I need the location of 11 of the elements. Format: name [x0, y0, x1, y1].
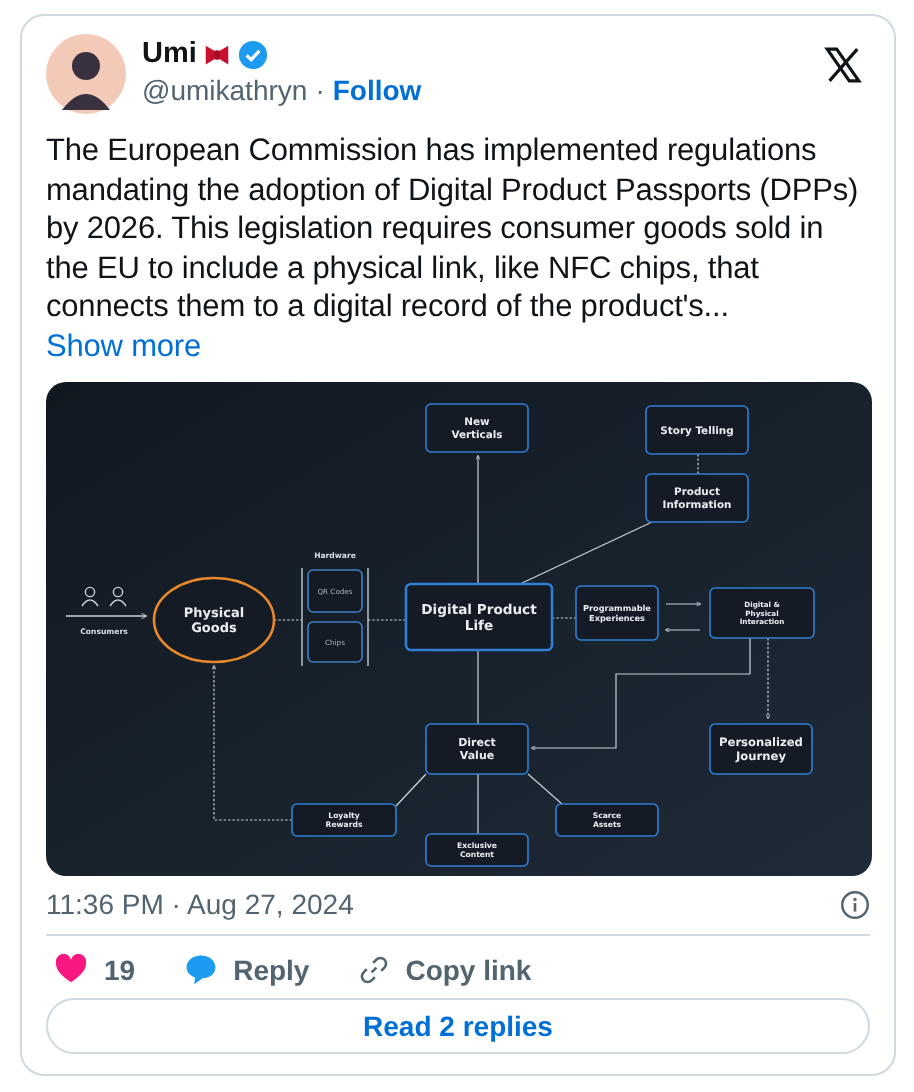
reply-button[interactable]: Reply	[175, 948, 318, 990]
tweet-text: The European Commission has implemented regulations mandating the adoption of Digital Product Passports (DPPs) by 2026. This legislation requires consumer goods sold in the EU to include a physical link, like NFC chips, that connects them to a digital record of the product's... Show more	[46, 132, 861, 366]
show-more-link[interactable]: Show more	[46, 329, 201, 363]
user-handle[interactable]: @umikathryn	[142, 74, 308, 106]
author-name[interactable]: Umi	[142, 38, 197, 70]
follow-link[interactable]: Follow	[332, 74, 422, 106]
like-button[interactable]: 19	[46, 948, 144, 990]
copy-link-button[interactable]: Copy link	[349, 948, 540, 990]
separator-dot: ·	[315, 74, 325, 106]
read-replies-button[interactable]: Read 2 replies	[46, 998, 870, 1054]
timestamp[interactable]: 11:36 PM · Aug 27, 2024	[46, 888, 354, 920]
